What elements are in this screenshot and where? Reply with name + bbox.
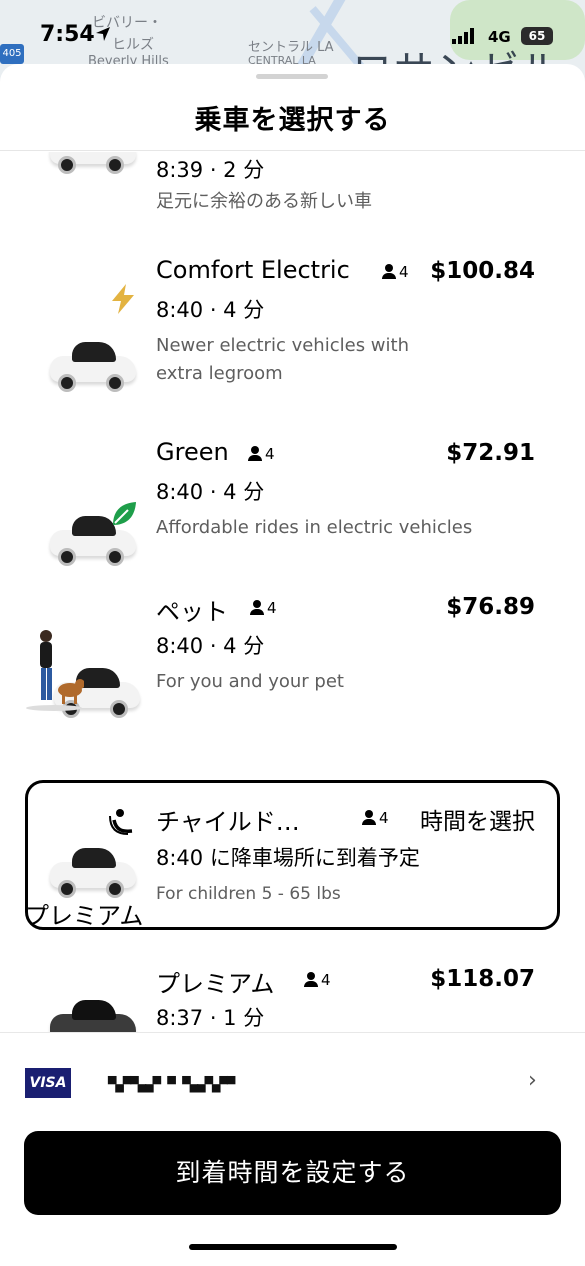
person-icon	[362, 810, 376, 825]
ride-option-comfort-electric[interactable]: Comfort Electric 4 $100.84 8:40 · 4 分 Ne…	[0, 252, 585, 422]
signal-icon	[452, 28, 474, 44]
ride-name: Green	[156, 438, 229, 466]
home-indicator[interactable]	[189, 1244, 397, 1250]
ride-description: For you and your pet	[156, 671, 344, 692]
person-icon	[304, 972, 318, 987]
sheet-grabber[interactable]	[256, 74, 328, 79]
ride-option-green[interactable]: Green 4 $72.91 8:40 · 4 分 Affordable rid…	[0, 434, 585, 574]
sheet-title: 乗車を選択する	[194, 105, 391, 136]
ride-name: プレミアム	[156, 970, 275, 998]
ride-eta: 8:40 · 4 分	[156, 298, 265, 322]
ride-price: $100.84	[430, 258, 535, 284]
ride-capacity: 4	[250, 599, 277, 617]
car-image	[42, 152, 142, 182]
ride-option-pet[interactable]: ペット 4 $76.89 8:40 · 4 分 For you and your…	[0, 588, 585, 728]
ride-capacity: 4	[304, 971, 331, 989]
ride-name: チャイルド…	[156, 808, 300, 836]
chevron-right-icon[interactable]: ›	[528, 1068, 537, 1093]
leaf-icon	[113, 502, 136, 525]
person-icon	[382, 264, 396, 279]
lightning-icon	[112, 284, 134, 314]
network-type: 4G	[488, 28, 511, 46]
pet-owner-illustration	[26, 630, 84, 711]
person-icon	[250, 600, 264, 615]
section-heading-premium: プレミアム	[25, 902, 144, 930]
masked-card-number: ▀▄▀▀▄▄▀ ▀ ▀▄▄▀▄▀▀	[108, 1077, 235, 1093]
ride-list[interactable]: 8:39 · 2 分 足元に余裕のある新しい車 Comfort Electric…	[0, 152, 585, 1032]
choose-time-link[interactable]: 時間を選択	[420, 802, 535, 836]
ride-description: 足元に余裕のある新しい車	[156, 191, 372, 212]
ride-description: For children 5 - 65 lbs	[156, 884, 341, 904]
ride-name: ペット	[156, 598, 228, 626]
person-icon	[248, 446, 262, 461]
battery-icon: 65	[521, 27, 553, 45]
car-image	[42, 330, 142, 400]
ride-capacity: 4	[362, 809, 389, 827]
ride-option-premium[interactable]: プレミアム 4 $118.07 8:37 · 1 分	[0, 960, 585, 1032]
payment-method-row[interactable]: VISA ▀▄▀▀▄▄▀ ▀ ▀▄▄▀▄▀▀ ›	[0, 1032, 585, 1128]
ride-selection-sheet: 乗車を選択する 8:39 · 2 分 足元に余裕のある新しい車 Comfort …	[0, 64, 585, 1266]
ride-price: $76.89	[446, 594, 535, 620]
ride-capacity: 4	[248, 445, 275, 463]
ride-price: $72.91	[446, 440, 535, 466]
set-arrival-time-button[interactable]: 到着時間を設定する	[24, 1131, 561, 1215]
divider	[0, 150, 585, 151]
car-image	[42, 988, 142, 1032]
ride-eta: 8:39 · 2 分	[156, 158, 265, 182]
ride-capacity: 4	[382, 263, 409, 281]
ride-price: $118.07	[430, 966, 535, 992]
status-time: 7:54	[40, 22, 95, 47]
ride-eta: 8:37 · 1 分	[156, 1006, 265, 1030]
ride-option[interactable]: 8:39 · 2 分 足元に余裕のある新しい車	[0, 152, 585, 232]
ride-eta: 8:40 · 4 分	[156, 634, 265, 658]
child-seat-icon	[109, 809, 133, 835]
ride-eta: 8:40 に降車場所に到着予定	[156, 846, 420, 870]
ride-description: Newer electric vehicles with extra legro…	[156, 335, 409, 384]
ride-description: Affordable rides in electric vehicles	[156, 517, 473, 538]
ride-eta: 8:40 · 4 分	[156, 480, 265, 504]
location-arrow-icon	[96, 27, 110, 41]
visa-card-icon: VISA	[25, 1068, 71, 1098]
status-bar: 7:54 4G 65	[0, 0, 585, 70]
ride-name: Comfort Electric	[156, 256, 350, 284]
